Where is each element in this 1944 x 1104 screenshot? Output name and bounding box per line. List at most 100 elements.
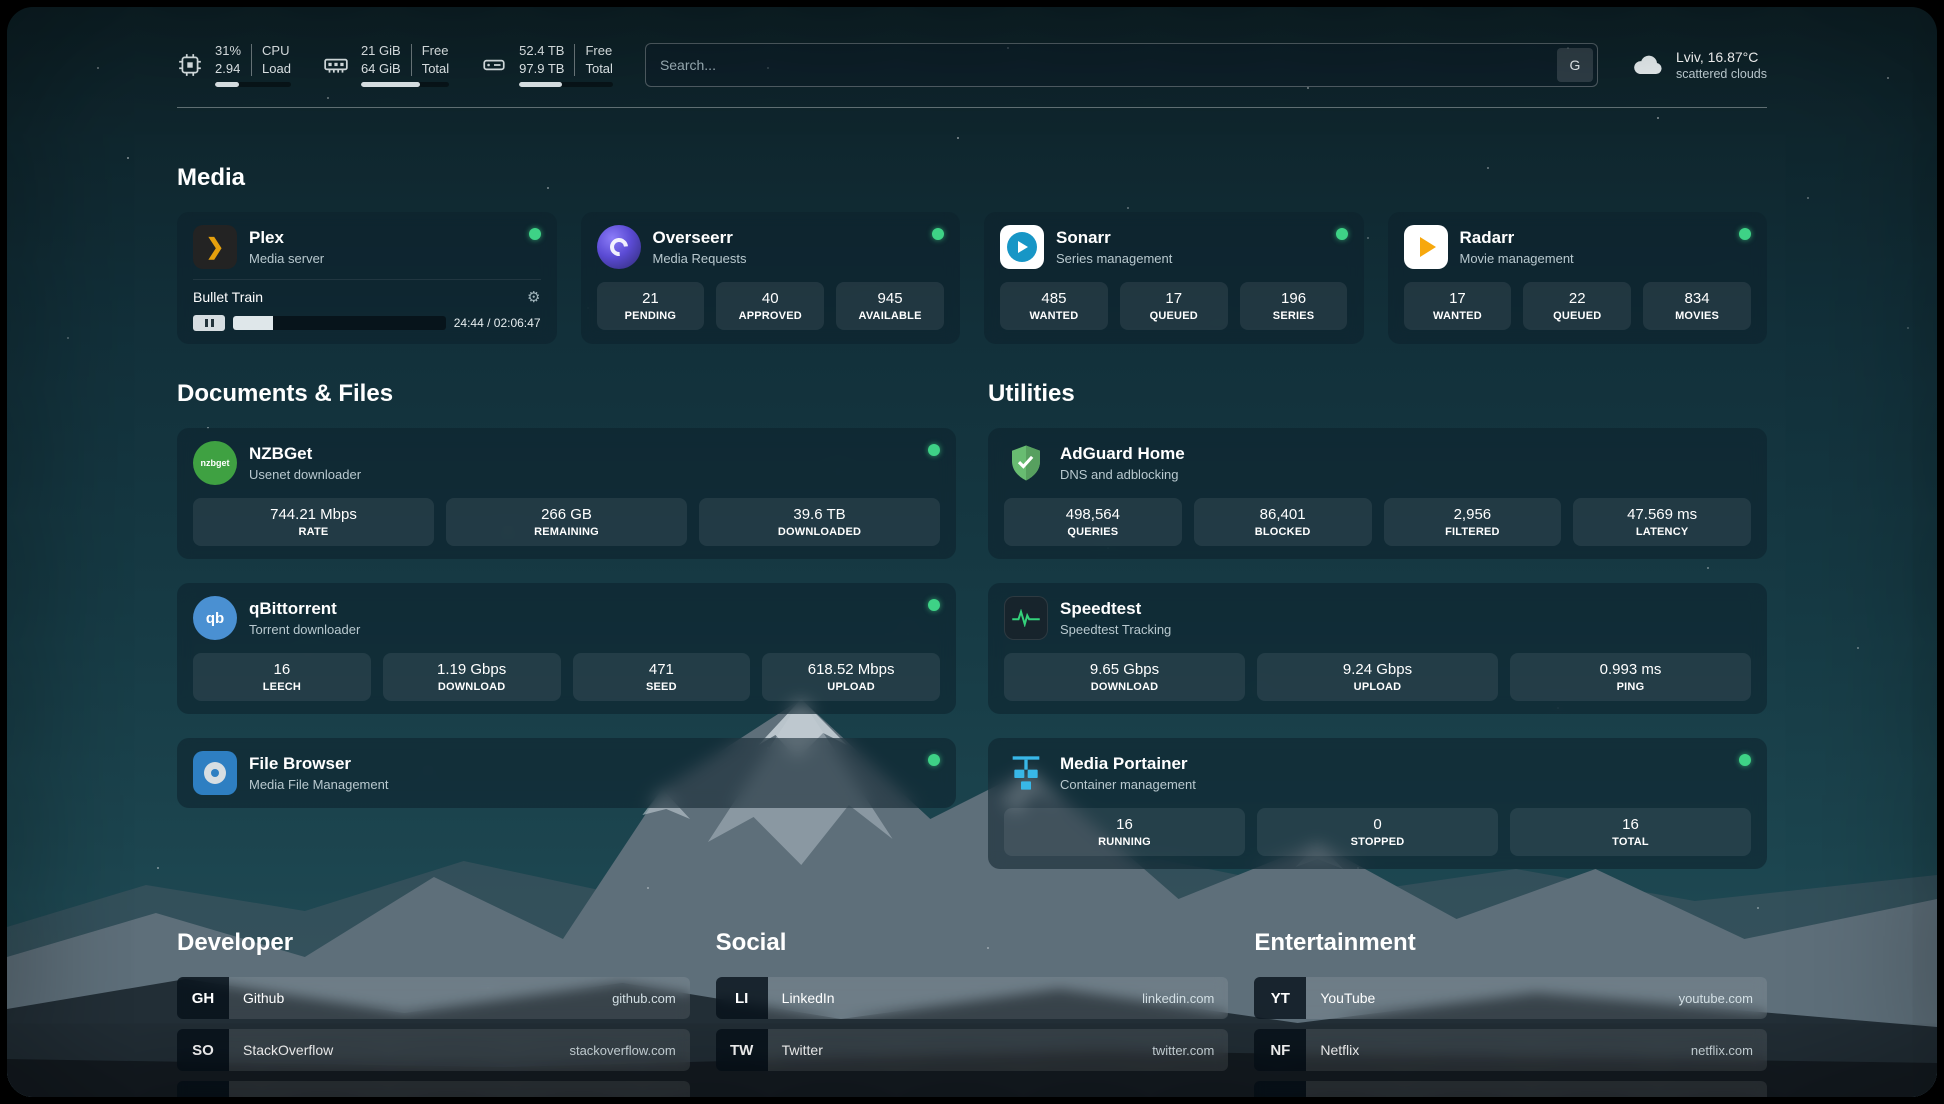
section-title-utilities: Utilities	[988, 380, 1767, 408]
bookmark-url: github.com	[612, 991, 676, 1006]
bookmark-twitter[interactable]: TW Twittertwitter.com	[716, 1029, 1229, 1071]
section-title-documents: Documents & Files	[177, 380, 956, 408]
stat-box: 0.993 msPING	[1510, 653, 1751, 701]
portainer-crane-icon	[1004, 751, 1048, 795]
bookmark-reddit[interactable]: RE Reddit reddit.com	[1254, 1081, 1767, 1097]
app-card-qbittorrent[interactable]: qb qBittorrent Torrent downloader 16LEEC…	[177, 583, 956, 714]
dashboard: 31% 2.94 CPU Load	[7, 7, 1937, 1097]
playback-progress-bar[interactable]	[233, 316, 446, 330]
stat-box: 9.24 GbpsUPLOAD	[1257, 653, 1498, 701]
section-title-developer: Developer	[177, 929, 690, 957]
stat-box: 86,401BLOCKED	[1194, 498, 1372, 546]
app-card-speedtest[interactable]: Speedtest Speedtest Tracking 9.65 GbpsDO…	[988, 583, 1767, 714]
app-name: AdGuard Home	[1060, 444, 1185, 464]
app-desc: Torrent downloader	[249, 622, 360, 637]
bookmark-youtube[interactable]: YT YouTubeyoutube.com	[1254, 977, 1767, 1019]
bookmark-github[interactable]: GH Githubgithub.com	[177, 977, 690, 1019]
app-card-adguard[interactable]: AdGuard Home DNS and adblocking 498,564Q…	[988, 428, 1767, 559]
app-name: Media Portainer	[1060, 754, 1196, 774]
app-card-radarr[interactable]: Radarr Movie management 17WANTED 22QUEUE…	[1388, 212, 1768, 344]
now-playing-title: Bullet Train	[193, 289, 263, 305]
search-engine-button[interactable]: G	[1557, 48, 1593, 82]
bookmark-dev[interactable]: DT DEVdev.to	[177, 1081, 690, 1097]
memory-progress-bar	[361, 82, 449, 87]
plex-icon: ❯	[193, 225, 237, 269]
bookmark-url: stackoverflow.com	[569, 1043, 675, 1058]
linkedin-icon: LI	[716, 977, 768, 1019]
stat-box: 9.65 GbpsDOWNLOAD	[1004, 653, 1245, 701]
cpu-progress-bar	[215, 82, 291, 87]
app-name: Sonarr	[1056, 228, 1172, 248]
bookmark-name: Netflix	[1320, 1042, 1359, 1058]
stat-box: 0STOPPED	[1257, 808, 1498, 856]
status-online-dot	[928, 754, 940, 766]
app-card-overseerr[interactable]: Overseerr Media Requests 21PENDING 40APP…	[581, 212, 961, 344]
app-desc: Usenet downloader	[249, 467, 361, 482]
stat-box: 744.21 MbpsRATE	[193, 498, 434, 546]
stat-box: 21PENDING	[597, 282, 705, 330]
stat-box: 485WANTED	[1000, 282, 1108, 330]
metric-divider	[251, 44, 252, 76]
stat-box: 618.52 MbpsUPLOAD	[762, 653, 940, 701]
reddit-icon: RE	[1254, 1081, 1306, 1097]
adguard-shield-icon	[1004, 441, 1048, 485]
section-documents: Documents & Files nzbget NZBGet Usenet d…	[177, 380, 956, 893]
stat-box: 17WANTED	[1404, 282, 1512, 330]
bookmark-name: StackOverflow	[243, 1042, 333, 1058]
section-entertainment: Entertainment YT YouTubeyoutube.com NF N…	[1254, 929, 1767, 1097]
ram-icon	[323, 52, 349, 78]
disk-progress-bar	[519, 82, 613, 87]
status-online-dot	[1739, 228, 1751, 240]
speedtest-pulse-icon	[1004, 596, 1048, 640]
now-playing-panel: Bullet Train ⚙ 24:44 / 02:06:47	[193, 279, 541, 331]
bookmark-stackoverflow[interactable]: SO StackOverflow stackoverflow.com	[177, 1029, 690, 1071]
app-card-portainer[interactable]: Media Portainer Container management 16R…	[988, 738, 1767, 869]
app-name: Radarr	[1460, 228, 1574, 248]
cpu-label: CPU	[262, 43, 291, 58]
status-online-dot	[928, 599, 940, 611]
stat-box: 196SERIES	[1240, 282, 1348, 330]
status-online-dot	[932, 228, 944, 240]
search-input[interactable]	[645, 43, 1598, 87]
disk-free-value: 52.4 TB	[519, 43, 564, 58]
app-card-nzbget[interactable]: nzbget NZBGet Usenet downloader 744.21 M…	[177, 428, 956, 559]
bookmark-url: reddit.com	[1692, 1095, 1753, 1098]
section-media: Media ❯ Plex Media server Bullet Train	[177, 164, 1767, 344]
stat-box: 47.569 msLATENCY	[1573, 498, 1751, 546]
bookmark-url: youtube.com	[1679, 991, 1753, 1006]
stackoverflow-icon: SO	[177, 1029, 229, 1071]
app-card-plex[interactable]: ❯ Plex Media server Bullet Train ⚙	[177, 212, 557, 344]
qbittorrent-icon: qb	[193, 596, 237, 640]
app-desc: Media File Management	[249, 777, 388, 792]
weather-widget: Lviv, 16.87°C scattered clouds	[1630, 47, 1767, 83]
status-online-dot	[928, 444, 940, 456]
disk-total-label: Total	[585, 61, 612, 76]
disk-total-value: 97.9 TB	[519, 61, 564, 76]
app-desc: Container management	[1060, 777, 1196, 792]
bookmark-url: netflix.com	[1691, 1043, 1753, 1058]
pause-button[interactable]	[193, 315, 225, 331]
stat-box: 39.6 TBDOWNLOADED	[699, 498, 940, 546]
cpu-widget: 31% 2.94 CPU Load	[177, 43, 291, 87]
section-developer: Developer GH Githubgithub.com SO StackOv…	[177, 929, 690, 1097]
bookmark-netflix[interactable]: NF Netflixnetflix.com	[1254, 1029, 1767, 1071]
stat-box: 40APPROVED	[716, 282, 824, 330]
app-name: Overseerr	[653, 228, 747, 248]
topbar-divider	[177, 107, 1767, 108]
bookmark-name: Reddit	[1320, 1094, 1360, 1097]
section-utilities: Utilities AdGuard Home DNS and	[988, 380, 1767, 893]
app-card-sonarr[interactable]: Sonarr Series management 485WANTED 17QUE…	[984, 212, 1364, 344]
app-card-filebrowser[interactable]: File Browser Media File Management	[177, 738, 956, 808]
app-name: qBittorrent	[249, 599, 360, 619]
cpu-load-value: 2.94	[215, 61, 241, 76]
bookmark-name: Twitter	[782, 1042, 823, 1058]
weather-condition: scattered clouds	[1676, 67, 1767, 81]
dev-icon: DT	[177, 1081, 229, 1097]
cpu-usage-value: 31%	[215, 43, 241, 58]
bookmark-linkedin[interactable]: LI LinkedInlinkedin.com	[716, 977, 1229, 1019]
nzbget-icon: nzbget	[193, 441, 237, 485]
app-desc: Speedtest Tracking	[1060, 622, 1171, 637]
gear-icon[interactable]: ⚙	[527, 288, 540, 306]
stat-box: 16LEECH	[193, 653, 371, 701]
app-desc: Movie management	[1460, 251, 1574, 266]
